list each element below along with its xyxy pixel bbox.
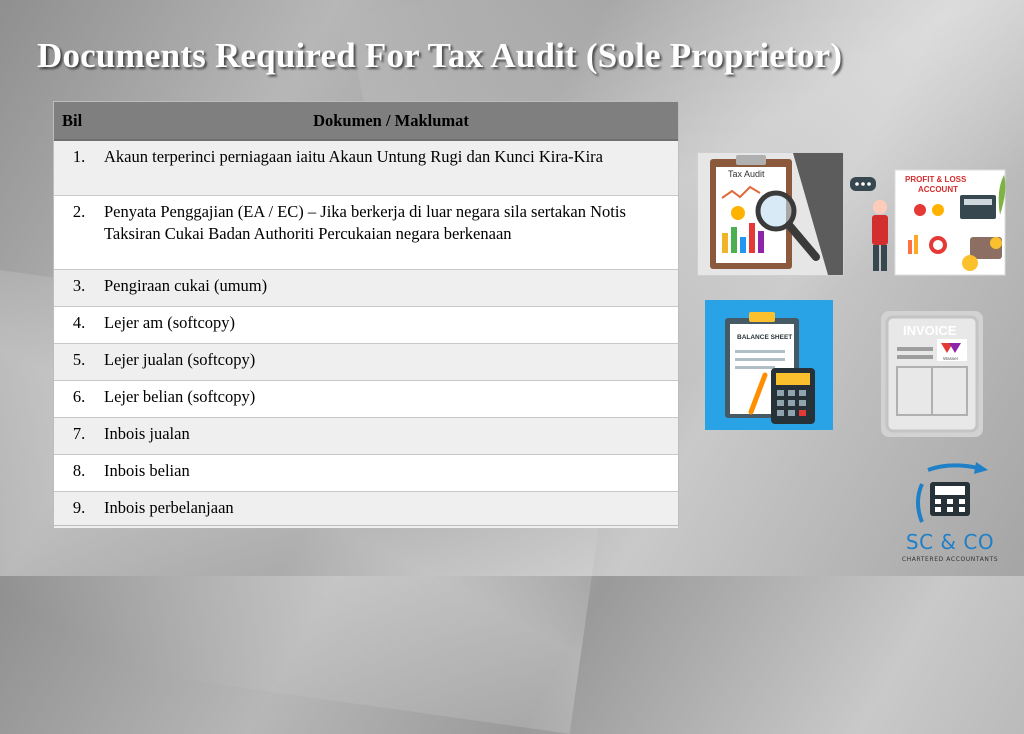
profit-loss-illustration: PROFIT & LOSS ACCOUNT — [850, 165, 1010, 280]
row-text: Inbois belian — [104, 454, 678, 492]
row-text: Akaun terperinci perniagaan iaitu Akaun … — [104, 139, 678, 196]
table-row: 1. Akaun terperinci perniagaan iaitu Aka… — [54, 139, 678, 196]
row-number: 1. — [54, 139, 104, 196]
row-number: 9. — [54, 491, 104, 528]
table-row: 3. Pengiraan cukai (umum) — [54, 269, 678, 307]
table-row: 4. Lejer am (softcopy) — [54, 306, 678, 344]
row-text: Inbois perbelanjaan — [104, 491, 678, 528]
pl-label: PROFIT & LOSS — [905, 175, 967, 184]
row-text: Pengiraan cukai (umum) — [104, 269, 678, 307]
row-number: 2. — [54, 195, 104, 270]
slide-title: Documents Required For Tax Audit (Sole P… — [37, 36, 843, 75]
table-row: 7. Inbois jualan — [54, 417, 678, 455]
invoice-label: INVOICE — [903, 323, 957, 338]
invoice-illustration: INVOICE Wasser — [881, 311, 983, 437]
tax-audit-illustration: Tax Audit — [697, 152, 844, 276]
table-row: 9. Inbois perbelanjaan — [54, 491, 678, 528]
row-number: 7. — [54, 417, 104, 455]
row-number: 3. — [54, 269, 104, 307]
tax-audit-label: Tax Audit — [728, 169, 765, 179]
row-text: Lejer am (softcopy) — [104, 306, 678, 344]
documents-table: Bil Dokumen / Maklumat 1. Akaun terperin… — [54, 102, 678, 528]
header-bil: Bil — [54, 102, 104, 141]
logo-subtitle: CHARTERED ACCOUNTANTS — [901, 556, 999, 563]
table-header-row: Bil Dokumen / Maklumat — [54, 102, 678, 141]
row-text: Penyata Penggajian (EA / EC) – Jika berk… — [104, 195, 678, 270]
row-number: 5. — [54, 343, 104, 381]
invoice-brand: Wasser — [943, 356, 959, 361]
table-row: 6. Lejer belian (softcopy) — [54, 380, 678, 418]
table-row: 2. Penyata Penggajian (EA / EC) – Jika b… — [54, 195, 678, 270]
clipboard-magnifier-icon — [710, 153, 843, 275]
row-text: Lejer jualan (softcopy) — [104, 343, 678, 381]
header-dokumen: Dokumen / Maklumat — [104, 102, 678, 141]
row-number: 8. — [54, 454, 104, 492]
calculator-logo-icon — [916, 462, 988, 523]
company-logo: SC & CO CHARTERED ACCOUNTANTS — [900, 462, 1000, 572]
balance-sheet-label: BALANCE SHEET — [737, 334, 793, 341]
row-text: Lejer belian (softcopy) — [104, 380, 678, 418]
logo-name: SC & CO — [905, 530, 995, 554]
table-row: 5. Lejer jualan (softcopy) — [54, 343, 678, 381]
row-number: 6. — [54, 380, 104, 418]
balance-sheet-illustration: BALANCE SHEET — [705, 300, 833, 430]
row-number: 4. — [54, 306, 104, 344]
row-text: Inbois jualan — [104, 417, 678, 455]
pl-account-label: ACCOUNT — [918, 185, 958, 194]
table-row: 8. Inbois belian — [54, 454, 678, 492]
balance-sheet-calculator-icon — [725, 312, 815, 424]
